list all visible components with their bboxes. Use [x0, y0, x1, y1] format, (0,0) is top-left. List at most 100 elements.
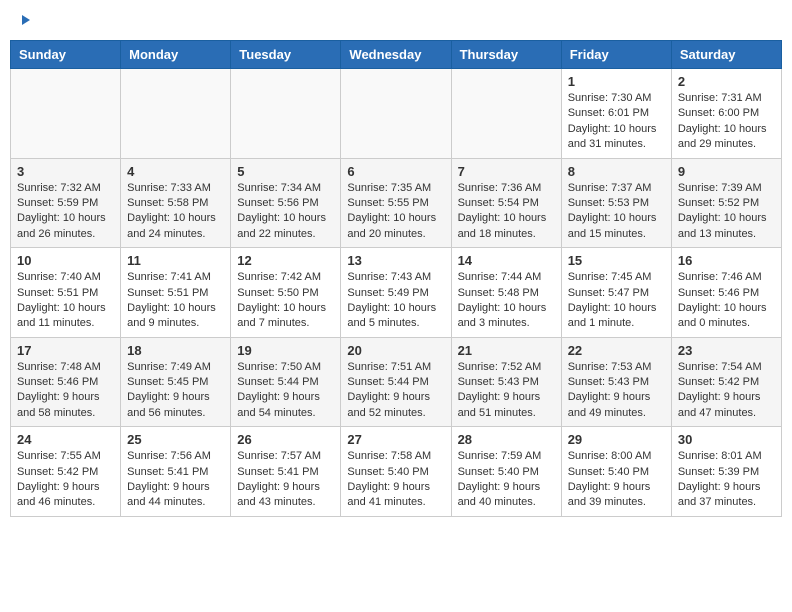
day-header-sunday: Sunday [11, 41, 121, 69]
calendar-cell: 2Sunrise: 7:31 AMSunset: 6:00 PMDaylight… [671, 69, 781, 159]
day-number: 11 [127, 253, 224, 268]
calendar-cell [121, 69, 231, 159]
day-header-saturday: Saturday [671, 41, 781, 69]
calendar-cell: 19Sunrise: 7:50 AMSunset: 5:44 PMDayligh… [231, 337, 341, 427]
day-info: Sunset: 5:45 PM [127, 375, 224, 390]
day-info: Sunrise: 7:33 AM [127, 181, 224, 196]
day-number: 4 [127, 164, 224, 179]
day-info: Sunrise: 7:31 AM [678, 91, 775, 106]
day-info: Sunrise: 7:30 AM [568, 91, 665, 106]
day-info: Daylight: 9 hours and 43 minutes. [237, 480, 334, 511]
day-info: Sunrise: 7:59 AM [458, 449, 555, 464]
day-number: 12 [237, 253, 334, 268]
day-info: Sunset: 5:46 PM [17, 375, 114, 390]
day-number: 27 [347, 432, 444, 447]
day-number: 23 [678, 343, 775, 358]
calendar-header-row: SundayMondayTuesdayWednesdayThursdayFrid… [11, 41, 782, 69]
calendar-cell: 10Sunrise: 7:40 AMSunset: 5:51 PMDayligh… [11, 248, 121, 338]
day-info: Sunrise: 7:55 AM [17, 449, 114, 464]
day-header-wednesday: Wednesday [341, 41, 451, 69]
calendar-cell: 22Sunrise: 7:53 AMSunset: 5:43 PMDayligh… [561, 337, 671, 427]
calendar-cell: 26Sunrise: 7:57 AMSunset: 5:41 PMDayligh… [231, 427, 341, 517]
day-info: Sunset: 5:53 PM [568, 196, 665, 211]
day-info: Sunset: 5:59 PM [17, 196, 114, 211]
day-number: 5 [237, 164, 334, 179]
day-info: Sunset: 5:50 PM [237, 286, 334, 301]
day-info: Sunrise: 7:49 AM [127, 360, 224, 375]
day-info: Sunrise: 8:01 AM [678, 449, 775, 464]
day-info: Daylight: 10 hours and 13 minutes. [678, 211, 775, 242]
day-info: Sunrise: 7:43 AM [347, 270, 444, 285]
calendar-table: SundayMondayTuesdayWednesdayThursdayFrid… [10, 40, 782, 517]
day-info: Daylight: 9 hours and 46 minutes. [17, 480, 114, 511]
day-info: Sunrise: 7:52 AM [458, 360, 555, 375]
day-info: Daylight: 10 hours and 24 minutes. [127, 211, 224, 242]
logo [20, 15, 30, 25]
calendar-cell: 21 Sunrise: 7:52 AMSunset: 5:43 PMDayligh… [451, 337, 561, 427]
day-info: Sunrise: 7:40 AM [17, 270, 114, 285]
calendar-cell: 7Sunrise: 7:36 AMSunset: 5:54 PMDaylight… [451, 158, 561, 248]
day-info: Daylight: 10 hours and 26 minutes. [17, 211, 114, 242]
calendar-cell: 3Sunrise: 7:32 AMSunset: 5:59 PMDaylight… [11, 158, 121, 248]
day-header-friday: Friday [561, 41, 671, 69]
day-number: 1 [568, 74, 665, 89]
day-info: Daylight: 10 hours and 31 minutes. [568, 122, 665, 153]
calendar-cell: 6Sunrise: 7:35 AMSunset: 5:55 PMDaylight… [341, 158, 451, 248]
day-number: 6 [347, 164, 444, 179]
logo-triangle-icon [22, 15, 30, 25]
day-info: Sunrise: 7:56 AM [127, 449, 224, 464]
day-info: Daylight: 9 hours and 54 minutes. [237, 390, 334, 421]
calendar-cell: 15Sunrise: 7:45 AMSunset: 5:47 PMDayligh… [561, 248, 671, 338]
day-number: 28 [458, 432, 555, 447]
day-number: 24 [17, 432, 114, 447]
day-header-thursday: Thursday [451, 41, 561, 69]
calendar-cell: 28Sunrise: 7:59 AMSunset: 5:40 PMDayligh… [451, 427, 561, 517]
day-info: Daylight: 10 hours and 3 minutes. [458, 301, 555, 332]
day-info: Sunrise: 7:58 AM [347, 449, 444, 464]
day-info: Sunset: 5:51 PM [127, 286, 224, 301]
day-number: 19 [237, 343, 334, 358]
calendar-week-3: 10Sunrise: 7:40 AMSunset: 5:51 PMDayligh… [11, 248, 782, 338]
day-info: Sunrise: 7:53 AM [568, 360, 665, 375]
calendar-cell: 8 Sunrise: 7:37 AMSunset: 5:53 PMDaylight… [561, 158, 671, 248]
day-number: 15 [568, 253, 665, 268]
day-info: Daylight: 9 hours and 37 minutes. [678, 480, 775, 511]
calendar-cell: 23Sunrise: 7:54 AMSunset: 5:42 PMDayligh… [671, 337, 781, 427]
day-number: 2 [678, 74, 775, 89]
day-info: Daylight: 9 hours and 51 minutes. [458, 390, 555, 421]
day-info: Daylight: 9 hours and 41 minutes. [347, 480, 444, 511]
day-info: Sunset: 5:43 PM [458, 375, 555, 390]
day-info: Sunset: 5:47 PM [568, 286, 665, 301]
calendar-cell: 11Sunrise: 7:41 AMSunset: 5:51 PMDayligh… [121, 248, 231, 338]
day-info: Sunrise: 7:37 AM [568, 181, 665, 196]
day-info: Sunset: 5:58 PM [127, 196, 224, 211]
day-info: Sunset: 5:52 PM [678, 196, 775, 211]
calendar-cell: 14Sunrise: 7:44 AMSunset: 5:48 PMDayligh… [451, 248, 561, 338]
day-info: Sunrise: 7:46 AM [678, 270, 775, 285]
day-info: Sunset: 5:44 PM [347, 375, 444, 390]
day-header-monday: Monday [121, 41, 231, 69]
day-number: 21 [458, 343, 555, 358]
day-number: 9 [678, 164, 775, 179]
day-info: Daylight: 9 hours and 49 minutes. [568, 390, 665, 421]
day-info: Sunset: 5:55 PM [347, 196, 444, 211]
day-info: Daylight: 10 hours and 11 minutes. [17, 301, 114, 332]
day-info: Daylight: 10 hours and 15 minutes. [568, 211, 665, 242]
calendar-cell [341, 69, 451, 159]
day-number: 8 [568, 164, 665, 179]
day-info: Sunset: 5:40 PM [347, 465, 444, 480]
day-info: Daylight: 9 hours and 44 minutes. [127, 480, 224, 511]
calendar-cell: 16Sunrise: 7:46 AMSunset: 5:46 PMDayligh… [671, 248, 781, 338]
day-info: Sunset: 5:54 PM [458, 196, 555, 211]
day-number: 30 [678, 432, 775, 447]
calendar-week-1: 1Sunrise: 7:30 AMSunset: 6:01 PMDaylight… [11, 69, 782, 159]
day-number: 14 [458, 253, 555, 268]
calendar-cell: 18Sunrise: 7:49 AMSunset: 5:45 PMDayligh… [121, 337, 231, 427]
day-info: Sunset: 5:48 PM [458, 286, 555, 301]
day-info: Sunset: 5:42 PM [17, 465, 114, 480]
day-info: Daylight: 10 hours and 7 minutes. [237, 301, 334, 332]
day-info: Sunrise: 7:45 AM [568, 270, 665, 285]
calendar-cell: 25Sunrise: 7:56 AMSunset: 5:41 PMDayligh… [121, 427, 231, 517]
day-info: Sunrise: 7:57 AM [237, 449, 334, 464]
calendar-cell: 17Sunrise: 7:48 AMSunset: 5:46 PMDayligh… [11, 337, 121, 427]
